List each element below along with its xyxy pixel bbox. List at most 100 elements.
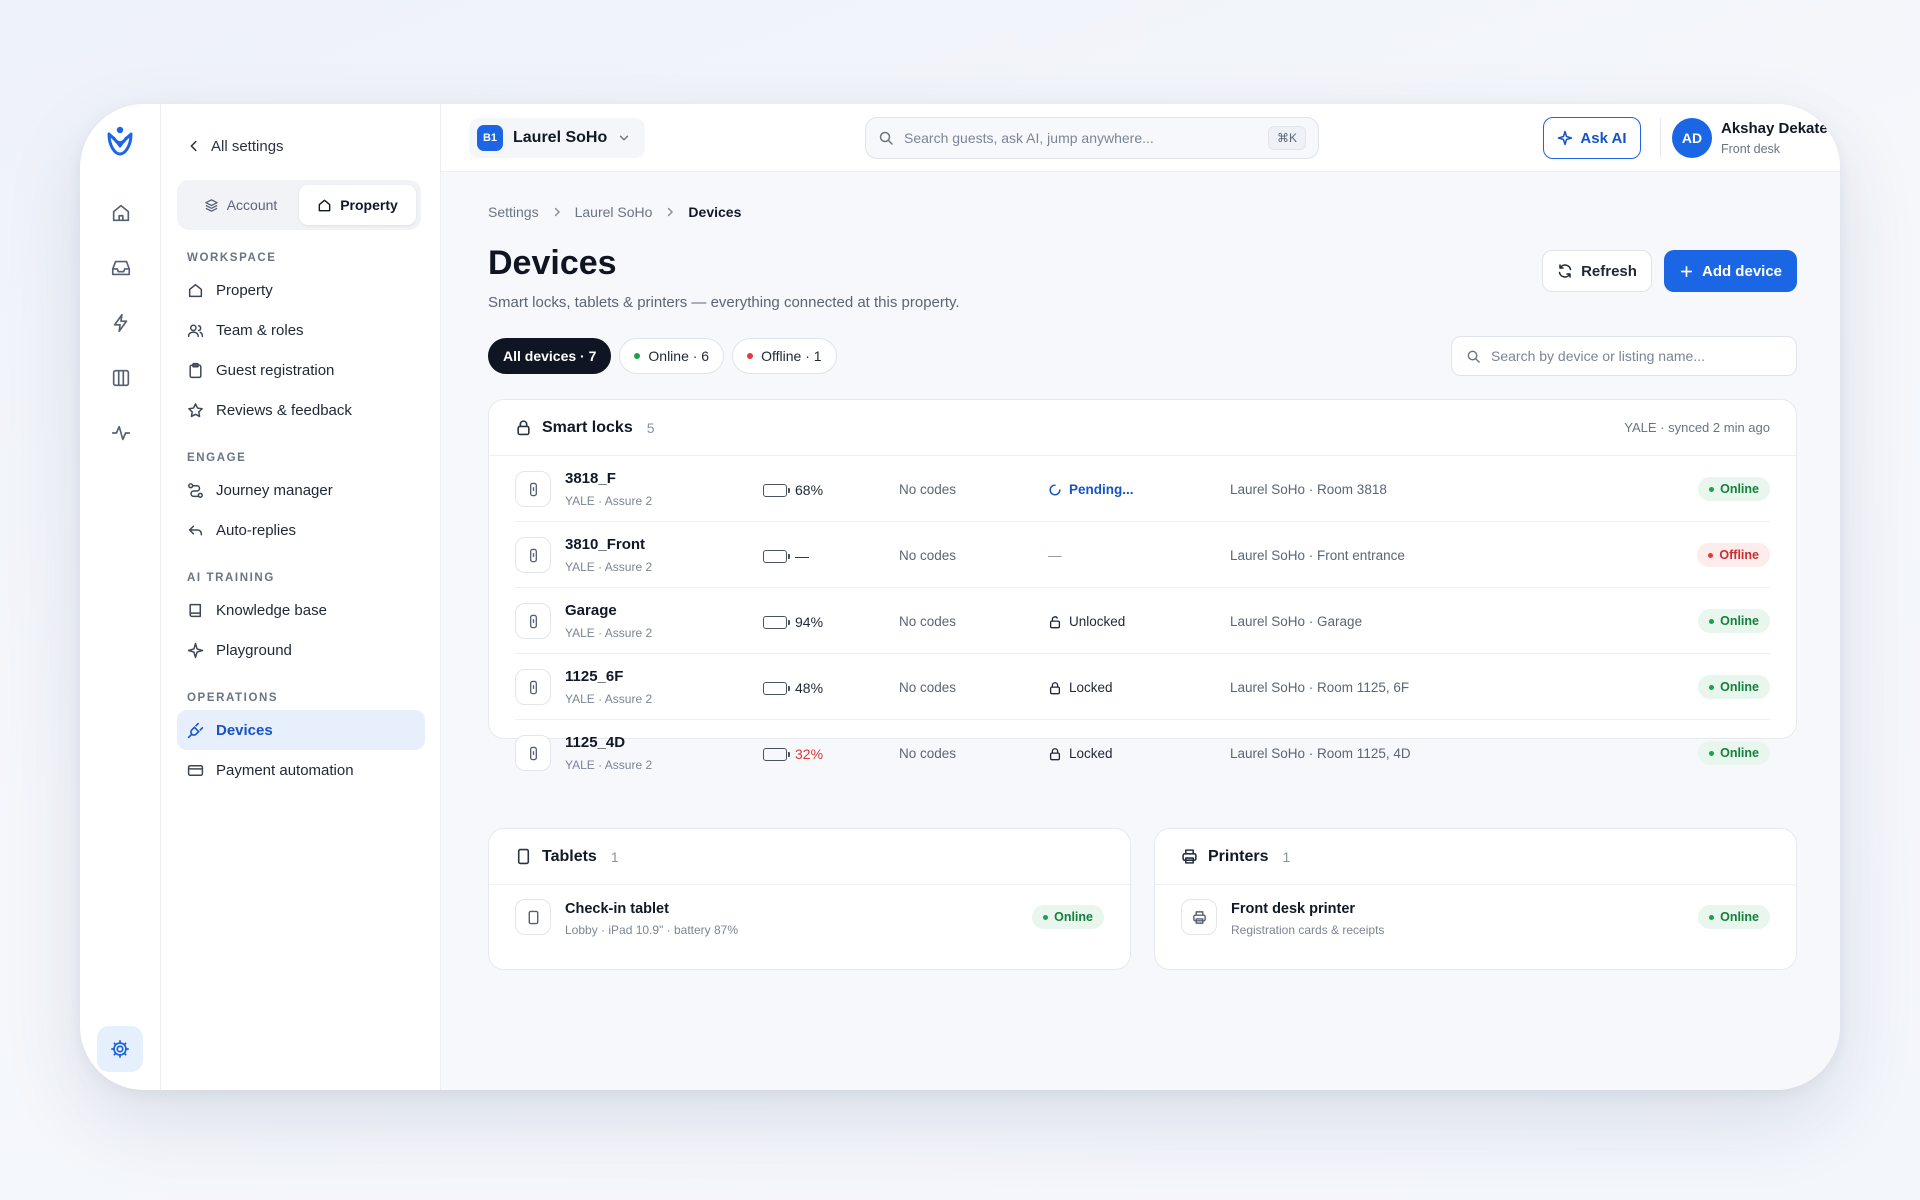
sidebar-item-property[interactable]: Property bbox=[177, 270, 425, 310]
battery-indicator: 48% bbox=[763, 680, 823, 696]
top-bar: B1 Laurel SoHo Search guests, ask AI, ju… bbox=[441, 104, 1840, 172]
all-settings-link[interactable]: All settings bbox=[177, 134, 424, 158]
status-dot bbox=[1708, 552, 1714, 558]
status-badge: Online bbox=[1698, 477, 1770, 501]
chevron-left-icon bbox=[190, 140, 197, 152]
lock-state: — bbox=[1048, 548, 1062, 563]
lightning-icon[interactable] bbox=[106, 308, 136, 338]
sidebar-item-label: Payment automation bbox=[216, 761, 354, 779]
sidebar-item-label: Journey manager bbox=[216, 481, 333, 499]
smart-locks-list: 3818_F YALE · Assure 2 68% No codes Pending.… bbox=[489, 456, 1796, 786]
sidebar-item-label: Playground bbox=[216, 641, 292, 659]
battery-indicator: 94% bbox=[763, 614, 823, 630]
add-device-button[interactable]: Add device bbox=[1664, 250, 1797, 292]
device-model: YALE · Assure 2 bbox=[565, 692, 653, 706]
tablet-icon bbox=[517, 848, 530, 865]
lock-icon bbox=[517, 420, 530, 436]
status-label: Online bbox=[1054, 910, 1093, 924]
filter-all-devices[interactable]: All devices · 7 bbox=[488, 338, 612, 374]
sidebar-item-payment-automation[interactable]: Payment automation bbox=[177, 750, 425, 790]
search-icon bbox=[879, 131, 893, 145]
route-icon bbox=[188, 482, 203, 498]
inbox-icon[interactable] bbox=[106, 253, 136, 283]
icon-rail bbox=[80, 104, 161, 1090]
user-name: Akshay Dekate bbox=[1721, 120, 1828, 137]
global-search-input[interactable]: Search guests, ask AI, jump anywhere... … bbox=[865, 117, 1319, 159]
home-icon[interactable] bbox=[106, 198, 136, 228]
group-label-ai-training: AI TRAINING bbox=[187, 572, 275, 584]
status-label: Online bbox=[1720, 910, 1759, 924]
filter-offline[interactable]: Offline · 1 bbox=[732, 338, 837, 374]
home-icon bbox=[188, 283, 203, 297]
smart-lock-icon bbox=[515, 735, 551, 771]
breadcrumb-settings[interactable]: Settings bbox=[488, 204, 539, 220]
app-logo-icon[interactable] bbox=[103, 124, 137, 158]
battery-icon bbox=[763, 681, 790, 695]
sidebar-item-playground[interactable]: Playground bbox=[177, 630, 425, 670]
sidebar-item-reviews[interactable]: Reviews & feedback bbox=[177, 390, 425, 430]
sidebar-item-label: Reviews & feedback bbox=[216, 401, 352, 419]
battery-percent: 48% bbox=[795, 680, 824, 696]
property-badge: B1 bbox=[477, 125, 503, 151]
smart-lock-icon bbox=[515, 471, 551, 507]
filter-online[interactable]: Online · 6 bbox=[619, 338, 725, 374]
settings-scope-toggle: Account Property bbox=[177, 180, 421, 230]
status-badge: Online bbox=[1032, 905, 1104, 929]
breadcrumb-property[interactable]: Laurel SoHo bbox=[575, 204, 653, 220]
group-label-workspace: WORKSPACE bbox=[187, 252, 277, 264]
shortcut-hint: ⌘K bbox=[1267, 126, 1306, 150]
columns-icon[interactable] bbox=[106, 363, 136, 393]
device-name: 3818_F bbox=[565, 470, 616, 487]
breadcrumb-current: Devices bbox=[688, 204, 742, 220]
table-row[interactable]: 3818_F YALE · Assure 2 68% No codes Pending.… bbox=[515, 456, 1770, 522]
lock-state: Unlocked bbox=[1048, 614, 1125, 629]
page-subtitle: Smart locks, tablets & printers — everyt… bbox=[488, 294, 960, 311]
tab-property[interactable]: Property bbox=[299, 185, 416, 225]
device-search-input[interactable]: Search by device or listing name... bbox=[1451, 336, 1797, 376]
app-window: All settings Account Property WORKSPACE … bbox=[80, 104, 1840, 1090]
chevron-right-icon bbox=[554, 207, 560, 217]
table-row[interactable]: Garage YALE · Assure 2 94% No codes Unlocked… bbox=[515, 588, 1770, 654]
table-row[interactable]: 1125_4D YALE · Assure 2 32% No codes Locked L… bbox=[515, 720, 1770, 786]
device-name: Check-in tablet bbox=[565, 901, 669, 917]
smart-locks-title: Smart locks bbox=[542, 418, 633, 436]
list-item[interactable]: Front desk printer Registration cards & … bbox=[1181, 885, 1770, 949]
property-switcher[interactable]: B1 Laurel SoHo bbox=[469, 118, 646, 158]
sidebar-item-knowledge-base[interactable]: Knowledge base bbox=[177, 590, 425, 630]
tablets-card: Tablets 1 Check-in tablet Lobby · iPad 1… bbox=[488, 828, 1131, 970]
sidebar-item-devices[interactable]: Devices bbox=[177, 710, 425, 750]
status-dot bbox=[1043, 914, 1049, 920]
loading-spinner-icon bbox=[1048, 483, 1062, 497]
activity-icon[interactable] bbox=[106, 418, 136, 448]
sidebar-item-auto-replies[interactable]: Auto-replies bbox=[177, 510, 425, 550]
battery-percent: 68% bbox=[795, 482, 824, 498]
battery-percent: 32% bbox=[795, 746, 824, 762]
status-badge: Online bbox=[1698, 675, 1770, 699]
smart-locks-header: Smart locks 5 YALE · synced 2 min ago bbox=[489, 400, 1796, 456]
refresh-label: Refresh bbox=[1581, 262, 1637, 280]
tab-account[interactable]: Account bbox=[182, 185, 299, 225]
sidebar-item-team-roles[interactable]: Team & roles bbox=[177, 310, 425, 350]
battery-percent: — bbox=[795, 548, 809, 564]
table-row[interactable]: 1125_6F YALE · Assure 2 48% No codes Locked L… bbox=[515, 654, 1770, 720]
printer-icon bbox=[1182, 849, 1197, 864]
settings-gear-icon[interactable] bbox=[97, 1026, 143, 1072]
battery-indicator: 32% bbox=[763, 746, 823, 762]
status-dot bbox=[1709, 750, 1715, 756]
sparkle-icon bbox=[1558, 130, 1573, 146]
device-detail: Registration cards & receipts bbox=[1231, 923, 1385, 937]
main-content: B1 Laurel SoHo Search guests, ask AI, ju… bbox=[441, 104, 1840, 1090]
sidebar-item-journey-manager[interactable]: Journey manager bbox=[177, 470, 425, 510]
smart-lock-icon bbox=[515, 537, 551, 573]
refresh-button[interactable]: Refresh bbox=[1542, 250, 1652, 292]
table-row[interactable]: 3810_Front YALE · Assure 2 — No codes — Laure… bbox=[515, 522, 1770, 588]
sidebar-item-guest-registration[interactable]: Guest registration bbox=[177, 350, 425, 390]
chevron-right-icon bbox=[668, 207, 674, 217]
status-label: Online bbox=[1720, 482, 1759, 496]
divider bbox=[1660, 118, 1661, 158]
ask-ai-button[interactable]: Ask AI bbox=[1543, 117, 1641, 159]
home-icon bbox=[318, 199, 331, 211]
global-search-placeholder: Search guests, ask AI, jump anywhere... bbox=[904, 130, 1154, 146]
avatar[interactable]: AD bbox=[1672, 118, 1712, 158]
list-item[interactable]: Check-in tablet Lobby · iPad 10.9" · bat… bbox=[515, 885, 1104, 949]
